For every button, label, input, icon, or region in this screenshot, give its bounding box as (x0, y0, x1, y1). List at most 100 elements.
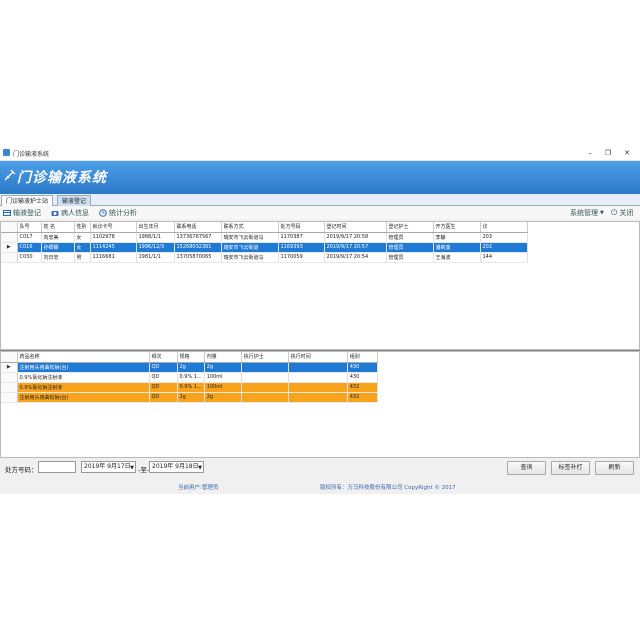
cell-contact: 瑞安市飞云街道 (221, 242, 279, 253)
restore-icon[interactable]: ❐ (603, 148, 613, 158)
cell-exec-time (288, 362, 348, 373)
cell-register-time: 2019/9/17 20:57 (324, 242, 387, 253)
col-header-frequency[interactable]: 频次 (149, 352, 178, 363)
statistics-label: 统计分析 (109, 209, 137, 217)
app-window: 门诊输液系统 – ❐ ✕ 门诊输液系统 门诊输液护士站 输液登记 输液登记 病人… (0, 145, 640, 494)
col-header-gender[interactable]: 性别 (74, 222, 91, 233)
table-row[interactable]: 0.9%氯化钠注射液 QD 0.9% 1... 100ml 430 (1, 372, 378, 383)
patient-header-row: 队号 姓 名 性别 就诊卡号 出生年月 联系电话 联系方式 处方号码 登记时间 … (1, 222, 528, 233)
cell-exec-nurse (241, 392, 289, 403)
drug-grid[interactable]: 药品名称 频次 规格 剂量 执行护士 执行时间 组别 ▶ 注射用头孢曲松钠(台)… (0, 351, 640, 458)
chevron-down-icon: ▼ (198, 465, 202, 471)
current-user: 当前用户:管理员 (178, 485, 219, 491)
cell-doctor: 王海波 (433, 252, 481, 263)
cell-frequency: QD (149, 372, 178, 383)
tab-infusion-register[interactable]: 输液登记 (57, 195, 92, 206)
cell-exec-nurse (241, 372, 289, 383)
power-icon: ⏻ (611, 208, 618, 217)
row-pointer-icon[interactable]: ▶ (1, 242, 18, 253)
infusion-register-label: 输液登记 (13, 209, 41, 217)
cell-register-nurse: 管理员 (386, 252, 434, 263)
cell-card: 1102978 (90, 232, 137, 243)
close-window-icon[interactable]: ✕ (622, 148, 632, 158)
chevron-down-icon: ▼ (600, 210, 604, 216)
cell-card: 1116681 (90, 252, 137, 263)
cell-register-nurse: 管理员 (386, 242, 434, 253)
col-header-drug-name[interactable]: 药品名称 (17, 352, 150, 363)
col-header-birth[interactable]: 出生年月 (136, 222, 175, 233)
refresh-button[interactable]: 刷新 (595, 461, 634, 475)
date-from-picker[interactable]: 2019年 9月17日 ▼ (81, 461, 136, 473)
cell-exec-time (288, 372, 348, 383)
cell-prescription: 1169393 (278, 242, 325, 253)
cell-dose: 100ml (204, 372, 242, 383)
col-header-dose[interactable]: 剂量 (204, 352, 242, 363)
cell-spec: 2g (177, 362, 205, 373)
table-row[interactable]: ▶ 注射用头孢曲松钠(台) QD 2g 2g 430 (1, 362, 378, 373)
cell-birth: 1996/12/3 (136, 242, 175, 253)
row-header[interactable] (1, 372, 18, 383)
table-row[interactable]: ▶ C016 孙卿娜 女 1114245 1996/12/3 152680323… (1, 242, 528, 253)
close-app-button[interactable]: ⏻ 关闭 (611, 208, 633, 218)
tab-nurse-station[interactable]: 门诊输液护士站 (1, 195, 54, 206)
cell-clinic: 144 (480, 252, 528, 263)
col-header-contact[interactable]: 联系方式 (221, 222, 279, 233)
col-header-name[interactable]: 姓 名 (41, 222, 75, 233)
col-header-group[interactable]: 组别 (347, 352, 378, 363)
cell-spec: 0.9% 1... (177, 382, 205, 393)
table-row[interactable]: 注射用头孢曲松钠(台) QD 2g 2g 432 (1, 392, 378, 403)
cell-contact: 瑞安市飞云街道马 (221, 232, 279, 243)
drug-header-row: 药品名称 频次 规格 剂量 执行护士 执行时间 组别 (1, 352, 378, 363)
infusion-register-button[interactable]: 输液登记 (3, 208, 41, 218)
statistics-button[interactable]: 统计分析 (99, 208, 137, 218)
cell-exec-nurse (241, 382, 289, 393)
patient-info-button[interactable]: 病人信息 (51, 208, 89, 218)
table-row[interactable]: C030 刘日忠 男 1116681 1981/1/1 13705870065 … (1, 252, 528, 263)
cell-register-nurse: 管理员 (386, 232, 434, 243)
label-reprint-button[interactable]: 标签补打 (551, 461, 590, 475)
row-header[interactable] (1, 252, 18, 263)
col-header-phone[interactable]: 联系电话 (174, 222, 222, 233)
row-header[interactable] (1, 232, 18, 243)
col-header-doctor[interactable]: 开方医生 (433, 222, 481, 233)
col-header-prescription[interactable]: 处方号码 (278, 222, 325, 233)
row-pointer-icon[interactable]: ▶ (1, 362, 18, 373)
col-header-card[interactable]: 就诊卡号 (90, 222, 137, 233)
col-header-exec-time[interactable]: 执行时间 (288, 352, 348, 363)
col-header-queue[interactable]: 队号 (17, 222, 42, 233)
row-header-corner (1, 222, 18, 233)
toolbar: 输液登记 病人信息 统计分析 系统管理 ▼ ⏻ 关闭 (0, 206, 640, 219)
cell-birth: 1981/1/1 (136, 252, 175, 263)
syringe-icon (4, 169, 16, 181)
col-header-exec-nurse[interactable]: 执行护士 (241, 352, 289, 363)
col-header-spec[interactable]: 规格 (177, 352, 205, 363)
row-header[interactable] (1, 392, 18, 403)
system-menu[interactable]: 系统管理 ▼ (570, 208, 604, 218)
col-header-clinic[interactable]: 诊 (480, 222, 528, 233)
date-to-picker[interactable]: 2019年 9月18日 ▼ (149, 461, 204, 473)
copyright: 版权所有：万马科技股份有限公司 CopyRight © 2017 (320, 485, 456, 491)
clock-icon (99, 209, 107, 217)
col-header-register-time[interactable]: 登记时间 (324, 222, 387, 233)
patient-grid[interactable]: 队号 姓 名 性别 就诊卡号 出生年月 联系电话 联系方式 处方号码 登记时间 … (0, 221, 640, 350)
date-to-value: 2019年 9月18日 (152, 463, 199, 470)
cell-prescription: 1170387 (278, 232, 325, 243)
cell-gender: 女 (74, 242, 91, 253)
col-header-register-nurse[interactable]: 登记护士 (386, 222, 434, 233)
cell-name: 孙卿娜 (41, 242, 75, 253)
title-bar: 门诊输液系统 – ❐ ✕ (0, 145, 640, 161)
to-label: -至- (138, 466, 150, 474)
chevron-down-icon: ▼ (130, 465, 134, 471)
table-row[interactable]: 0.9%氯化钠注射液 QD 0.9% 1... 100ml 432 (1, 382, 378, 393)
cell-exec-time (288, 382, 348, 393)
cell-card: 1114245 (90, 242, 137, 253)
table-row[interactable]: C017 向忠美 女 1102978 1988/1/1 13736787567 … (1, 232, 528, 243)
query-button[interactable]: 查询 (507, 461, 546, 475)
minimize-icon[interactable]: – (585, 148, 595, 158)
cell-name: 刘日忠 (41, 252, 75, 263)
row-header[interactable] (1, 382, 18, 393)
close-app-label: 关闭 (619, 209, 634, 217)
prescription-input[interactable] (38, 461, 76, 473)
cell-drug-name: 0.9%氯化钠注射液 (17, 382, 150, 393)
camera-icon (51, 211, 59, 216)
